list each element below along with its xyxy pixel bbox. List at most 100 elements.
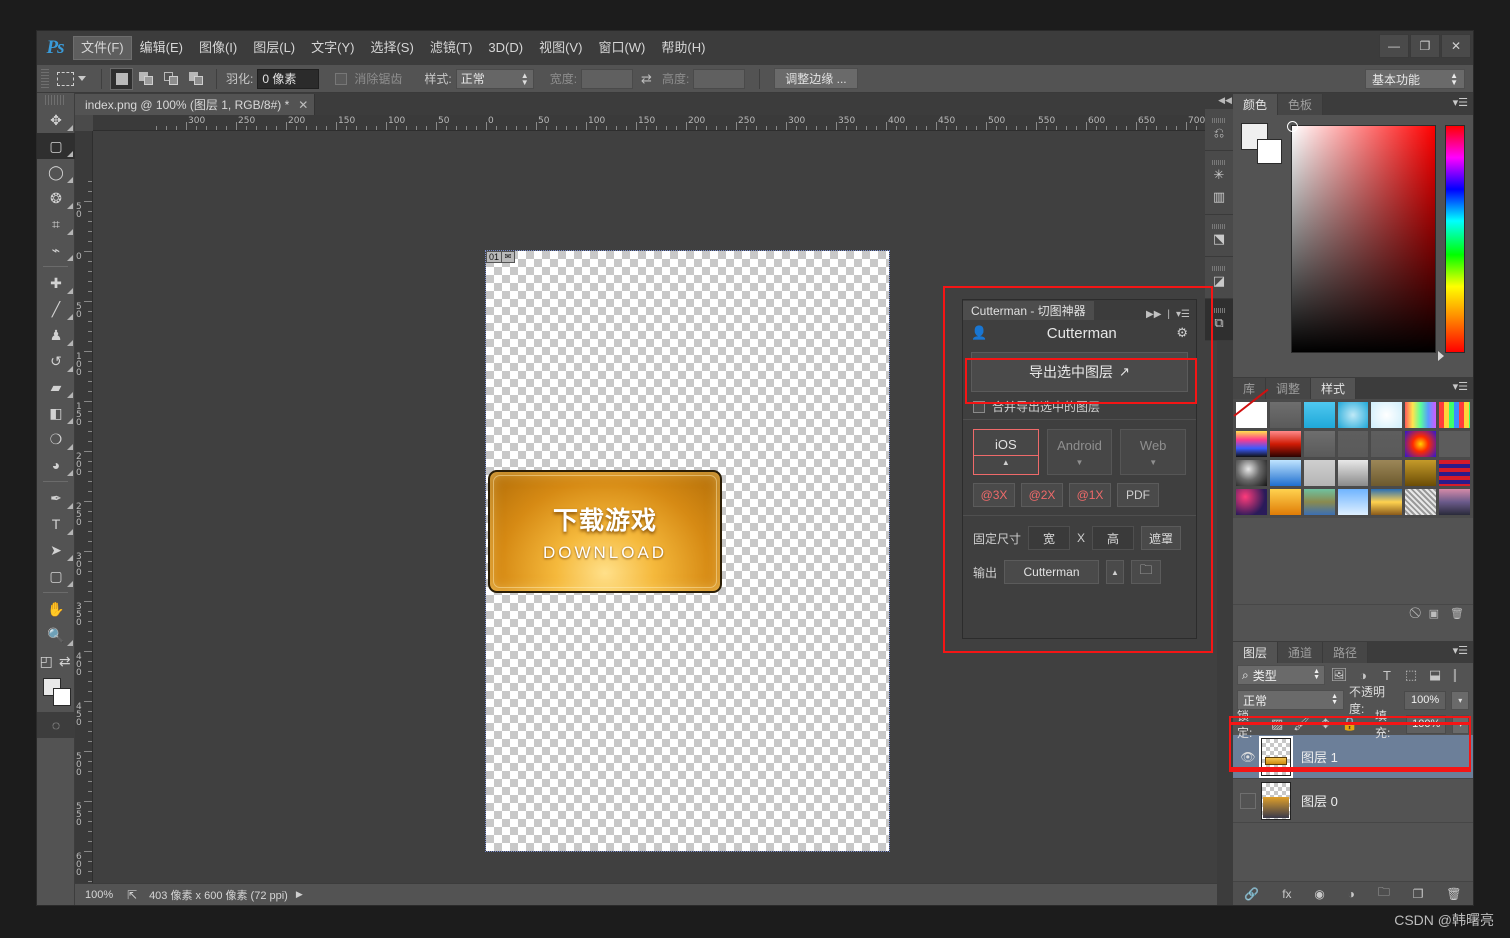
move-tool[interactable]: ✥ — [37, 107, 75, 133]
delete-style-icon[interactable]: 🗑 — [1450, 607, 1464, 620]
cutterman-collapse-icon[interactable]: ▶▶ — [1146, 309, 1161, 320]
menu-view[interactable]: 视图(V) — [532, 37, 589, 59]
fixed-height-input[interactable]: 高 — [1092, 526, 1135, 550]
cutterman-panel-menu-icon[interactable]: ▾☰ — [1176, 309, 1190, 320]
quick-selection-tool[interactable]: ❂ — [37, 185, 75, 211]
pen-tool[interactable]: ✒ — [37, 485, 75, 511]
tab-swatches[interactable]: 色板 — [1278, 94, 1324, 115]
type-filter-icon[interactable]: T — [1377, 668, 1397, 683]
panel-menu-icon[interactable]: ▾☰ — [1453, 98, 1468, 109]
document-canvas[interactable]: 01 ✉ 下载游戏 DOWNLOAD — [485, 250, 890, 852]
restore-button[interactable]: ❐ — [1410, 34, 1440, 58]
menu-3d[interactable]: 3D(D) — [481, 37, 530, 59]
delete-layer-icon[interactable]: 🗑 — [1446, 887, 1461, 901]
export-selected-layers-button[interactable]: 导出选中图层 ↗ — [971, 352, 1188, 392]
folder-icon[interactable]: 🗀 — [1131, 560, 1162, 584]
hand-tool[interactable]: ✋ — [37, 596, 75, 622]
layer-filter-select[interactable]: ⌕ 类型 ▲ ▼ — [1237, 665, 1325, 685]
menu-select[interactable]: 选择(S) — [363, 37, 420, 59]
subtract-from-selection-button[interactable] — [160, 68, 183, 90]
scale-1x-button[interactable]: @1X — [1069, 483, 1111, 507]
height-input[interactable] — [693, 68, 746, 89]
style-swatch[interactable] — [1438, 459, 1471, 487]
opacity-value[interactable]: 100% — [1403, 690, 1447, 710]
cutterman-panel-icon[interactable]: ⧉ — [1205, 299, 1233, 341]
output-dropdown-icon[interactable]: ▲ — [1106, 560, 1125, 584]
foreground-background-color[interactable] — [37, 676, 75, 708]
style-swatch[interactable] — [1438, 488, 1471, 516]
platform-web-button[interactable]: Web ▼ — [1120, 429, 1187, 475]
color-field-marker[interactable] — [1287, 121, 1298, 132]
chevron-down-icon[interactable]: ▼ — [1076, 458, 1084, 467]
style-swatch[interactable] — [1404, 459, 1438, 487]
style-swatch[interactable] — [1302, 488, 1336, 516]
zoom-level[interactable]: 100% — [85, 889, 123, 901]
options-bar-grip[interactable] — [41, 68, 49, 89]
style-swatch[interactable] — [1268, 488, 1302, 516]
style-swatch[interactable] — [1235, 459, 1268, 487]
navigator-panel-icon[interactable]: ✳ ▥ — [1205, 151, 1233, 215]
collapse-panels-icon[interactable]: ◀◀ — [1217, 93, 1233, 107]
default-colors-icon[interactable]: ◰ — [37, 648, 56, 674]
layer-thumbnail[interactable] — [1261, 781, 1291, 820]
color-panel-fgbg[interactable] — [1241, 123, 1283, 165]
style-swatch[interactable] — [1404, 430, 1438, 458]
style-swatch[interactable] — [1438, 401, 1471, 429]
style-swatch[interactable] — [1370, 430, 1404, 458]
ruler-corner[interactable] — [75, 115, 93, 131]
style-swatch[interactable] — [1404, 488, 1438, 516]
history-brush-tool[interactable]: ↺ — [37, 348, 75, 374]
style-swatch[interactable] — [1336, 488, 1370, 516]
lasso-tool[interactable]: ◯ — [37, 159, 75, 185]
eraser-tool[interactable]: ▰ — [37, 374, 75, 400]
scale-2x-button[interactable]: @2X — [1021, 483, 1063, 507]
style-swatch[interactable] — [1302, 401, 1336, 429]
menu-help[interactable]: 帮助(H) — [654, 37, 712, 59]
filter-toggle-switch[interactable]: ❙ — [1449, 667, 1461, 683]
style-swatch[interactable] — [1268, 430, 1302, 458]
marquee-tool-preset-icon[interactable] — [57, 71, 74, 86]
share-icon[interactable]: ⇱ — [127, 888, 137, 902]
properties-panel-icon[interactable]: ◪ — [1205, 257, 1233, 299]
new-style-icon[interactable]: ▣ — [1429, 607, 1439, 620]
gradient-tool[interactable]: ◧ — [37, 400, 75, 426]
scale-3x-button[interactable]: @3X — [973, 483, 1015, 507]
layer-visibility-icon[interactable] — [1240, 792, 1256, 809]
document-tab[interactable]: index.png @ 100% (图层 1, RGB/8#) * ✕ — [75, 94, 316, 115]
smartobject-filter-icon[interactable]: ⬓ — [1425, 667, 1445, 683]
layer-style-icon[interactable]: fx — [1282, 887, 1291, 901]
intersect-selection-button[interactable] — [185, 68, 208, 90]
platform-ios-button[interactable]: iOS ▲ — [973, 429, 1039, 475]
chevron-down-icon[interactable]: ▼ — [1149, 458, 1157, 467]
style-swatch-none[interactable] — [1233, 388, 1269, 429]
vertical-ruler[interactable]: 5005010015020025030035040045050055060065… — [75, 131, 93, 905]
platform-android-button[interactable]: Android ▼ — [1046, 429, 1113, 475]
healing-brush-tool[interactable]: ✚ — [37, 270, 75, 296]
clone-stamp-tool[interactable]: ♟ — [37, 322, 75, 348]
3d-panel-icon[interactable]: ⬔ — [1205, 215, 1233, 257]
type-tool[interactable]: T — [37, 511, 75, 537]
merge-export-checkbox[interactable] — [973, 400, 985, 413]
new-layer-icon[interactable]: ❐ — [1413, 887, 1424, 901]
horizontal-ruler[interactable]: 300 250 200 150 100 50 0 50 100 150 200 250 300 350 40… — [75, 115, 1217, 131]
layer-visibility-icon[interactable]: 👁 — [1235, 750, 1261, 764]
status-expand-icon[interactable]: ▶ — [296, 889, 303, 900]
new-selection-button[interactable] — [110, 67, 133, 90]
tool-preset-chevron-icon[interactable] — [78, 76, 86, 81]
style-swatch[interactable] — [1268, 401, 1302, 429]
output-path-value[interactable]: Cutterman — [1004, 560, 1100, 584]
style-swatch[interactable] — [1268, 459, 1302, 487]
close-icon[interactable]: ✕ — [298, 98, 308, 112]
tab-channels[interactable]: 通道 — [1278, 642, 1324, 663]
layer-row-0[interactable]: 图层 0 — [1233, 779, 1473, 823]
user-icon[interactable]: 👤 — [971, 325, 987, 341]
style-swatch[interactable] — [1404, 401, 1438, 429]
tab-adjustments[interactable]: 调整 — [1266, 378, 1312, 399]
width-input[interactable] — [581, 68, 634, 89]
antialias-checkbox[interactable] — [335, 72, 348, 85]
hue-slider-handle[interactable] — [1438, 351, 1444, 361]
close-button[interactable]: ✕ — [1441, 34, 1471, 58]
new-fill-adjustment-icon[interactable]: ◑ — [1348, 887, 1355, 901]
layer-mask-icon[interactable]: ◉ — [1314, 887, 1324, 901]
swap-dimensions-icon[interactable]: ⇄ — [641, 71, 652, 87]
